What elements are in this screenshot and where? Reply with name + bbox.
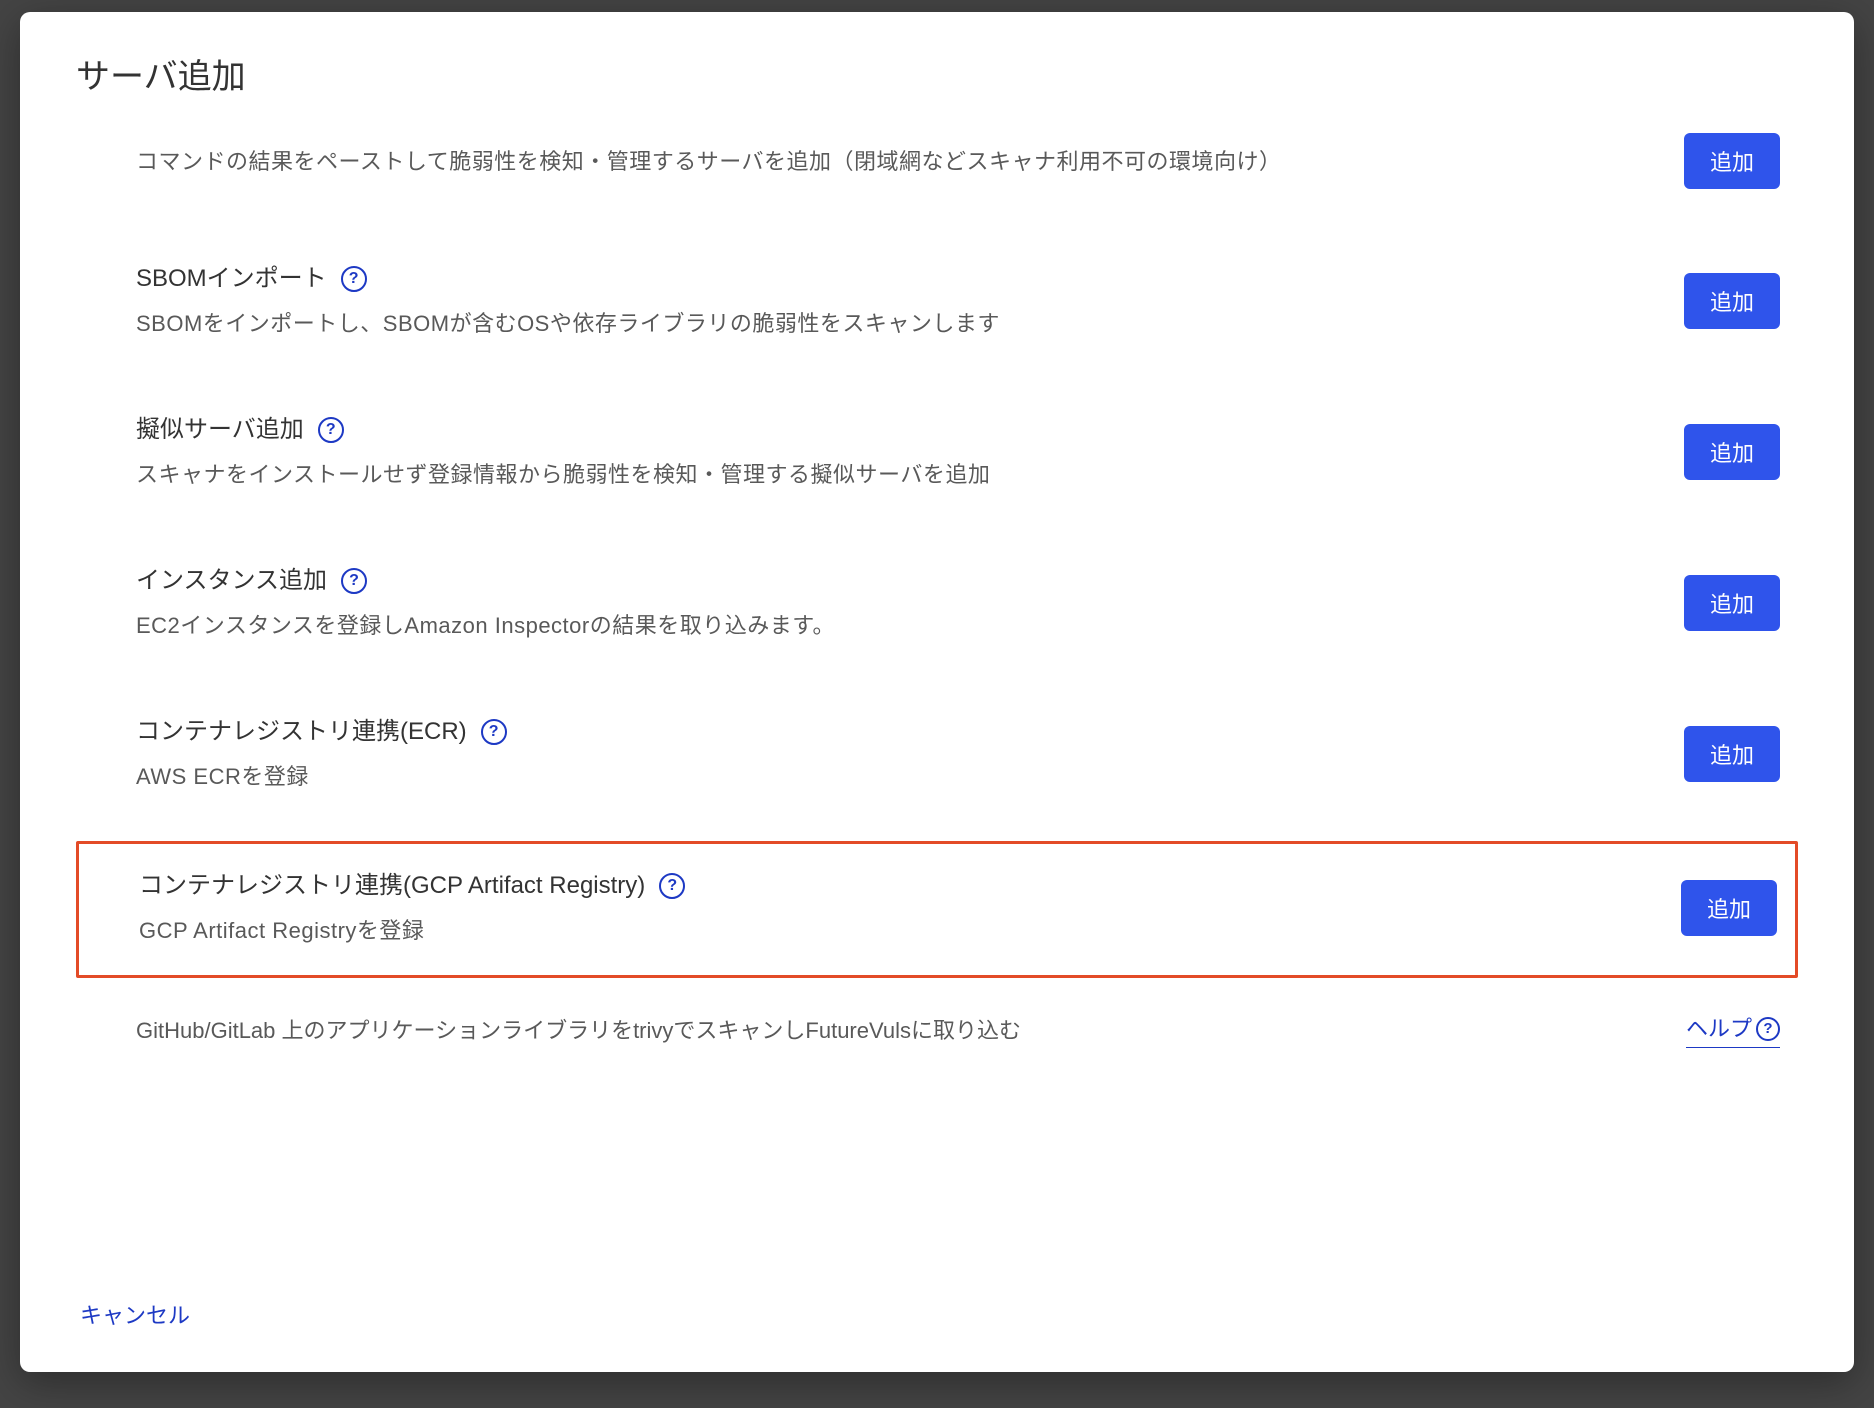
- section-body: コンテナレジストリ連携(ECR) ? AWS ECRを登録: [136, 714, 1660, 793]
- section-title-text: 擬似サーバ追加: [136, 412, 304, 448]
- section-title: 擬似サーバ追加 ?: [136, 412, 1660, 448]
- section-body: コンテナレジストリ連携(GCP Artifact Registry) ? GCP…: [139, 868, 1657, 947]
- section-sbom-import: SBOMインポート ? SBOMをインポートし、SBOMが含むOSや依存ライブラ…: [76, 237, 1798, 368]
- section-body: インスタンス追加 ? EC2インスタンスを登録しAmazon Inspector…: [136, 563, 1660, 642]
- add-button-paste-result[interactable]: 追加: [1684, 133, 1780, 189]
- section-title-text: SBOMインポート: [136, 261, 327, 297]
- add-button-container-ecr[interactable]: 追加: [1684, 726, 1780, 782]
- section-title: SBOMインポート ?: [136, 261, 1660, 297]
- add-server-modal: サーバ追加 コマンドの結果をペーストして脆弱性を検知・管理するサーバを追加（閉域…: [20, 12, 1854, 1372]
- section-desc: EC2インスタンスを登録しAmazon Inspectorの結果を取り込みます。: [136, 609, 1660, 642]
- help-icon[interactable]: ?: [341, 568, 367, 594]
- section-desc: SBOMをインポートし、SBOMが含むOSや依存ライブラリの脆弱性をスキャンしま…: [136, 307, 1660, 340]
- section-paste-result: コマンドの結果をペーストして脆弱性を検知・管理するサーバを追加（閉域網などスキャ…: [76, 133, 1798, 217]
- section-instance-add: インスタンス追加 ? EC2インスタンスを登録しAmazon Inspector…: [76, 539, 1798, 670]
- help-icon[interactable]: ?: [659, 873, 685, 899]
- section-pseudo-server: 擬似サーバ追加 ? スキャナをインストールせず登録情報から脆弱性を検知・管理する…: [76, 388, 1798, 519]
- section-container-gcp: コンテナレジストリ連携(GCP Artifact Registry) ? GCP…: [76, 841, 1798, 978]
- cancel-button[interactable]: キャンセル: [80, 1303, 190, 1328]
- modal-title: サーバ追加: [76, 52, 1798, 103]
- help-icon: ?: [1756, 1017, 1780, 1041]
- section-desc: AWS ECRを登録: [136, 760, 1660, 793]
- section-desc: スキャナをインストールせず登録情報から脆弱性を検知・管理する擬似サーバを追加: [136, 458, 1660, 491]
- help-icon[interactable]: ?: [318, 417, 344, 443]
- help-icon[interactable]: ?: [341, 266, 367, 292]
- section-body: コマンドの結果をペーストして脆弱性を検知・管理するサーバを追加（閉域網などスキャ…: [136, 145, 1660, 178]
- add-button-container-gcp[interactable]: 追加: [1681, 880, 1777, 936]
- section-title-text: コンテナレジストリ連携(ECR): [136, 714, 467, 750]
- modal-footer: キャンセル: [80, 1299, 190, 1332]
- section-body: 擬似サーバ追加 ? スキャナをインストールせず登録情報から脆弱性を検知・管理する…: [136, 412, 1660, 491]
- section-title: コンテナレジストリ連携(GCP Artifact Registry) ?: [139, 868, 1657, 904]
- section-container-ecr: コンテナレジストリ連携(ECR) ? AWS ECRを登録 追加: [76, 690, 1798, 821]
- add-button-instance-add[interactable]: 追加: [1684, 575, 1780, 631]
- add-button-sbom-import[interactable]: 追加: [1684, 273, 1780, 329]
- section-body: SBOMインポート ? SBOMをインポートし、SBOMが含むOSや依存ライブラ…: [136, 261, 1660, 340]
- section-title: コンテナレジストリ連携(ECR) ?: [136, 714, 1660, 750]
- add-button-pseudo-server[interactable]: 追加: [1684, 424, 1780, 480]
- help-link-text: ヘルプ: [1686, 1012, 1752, 1045]
- help-link[interactable]: ヘルプ ?: [1686, 1012, 1780, 1048]
- section-title-text: コンテナレジストリ連携(GCP Artifact Registry): [139, 868, 645, 904]
- modal-backdrop: サーバ追加 コマンドの結果をペーストして脆弱性を検知・管理するサーバを追加（閉域…: [0, 12, 1874, 1408]
- section-title-text: インスタンス追加: [136, 563, 327, 599]
- footer-row: GitHub/GitLab 上のアプリケーションライブラリをtrivyでスキャン…: [76, 1004, 1798, 1048]
- section-desc: コマンドの結果をペーストして脆弱性を検知・管理するサーバを追加（閉域網などスキャ…: [136, 145, 1660, 178]
- section-title: インスタンス追加 ?: [136, 563, 1660, 599]
- section-desc: GCP Artifact Registryを登録: [139, 914, 1657, 947]
- footer-note: GitHub/GitLab 上のアプリケーションライブラリをtrivyでスキャン…: [136, 1014, 1021, 1047]
- help-icon[interactable]: ?: [481, 719, 507, 745]
